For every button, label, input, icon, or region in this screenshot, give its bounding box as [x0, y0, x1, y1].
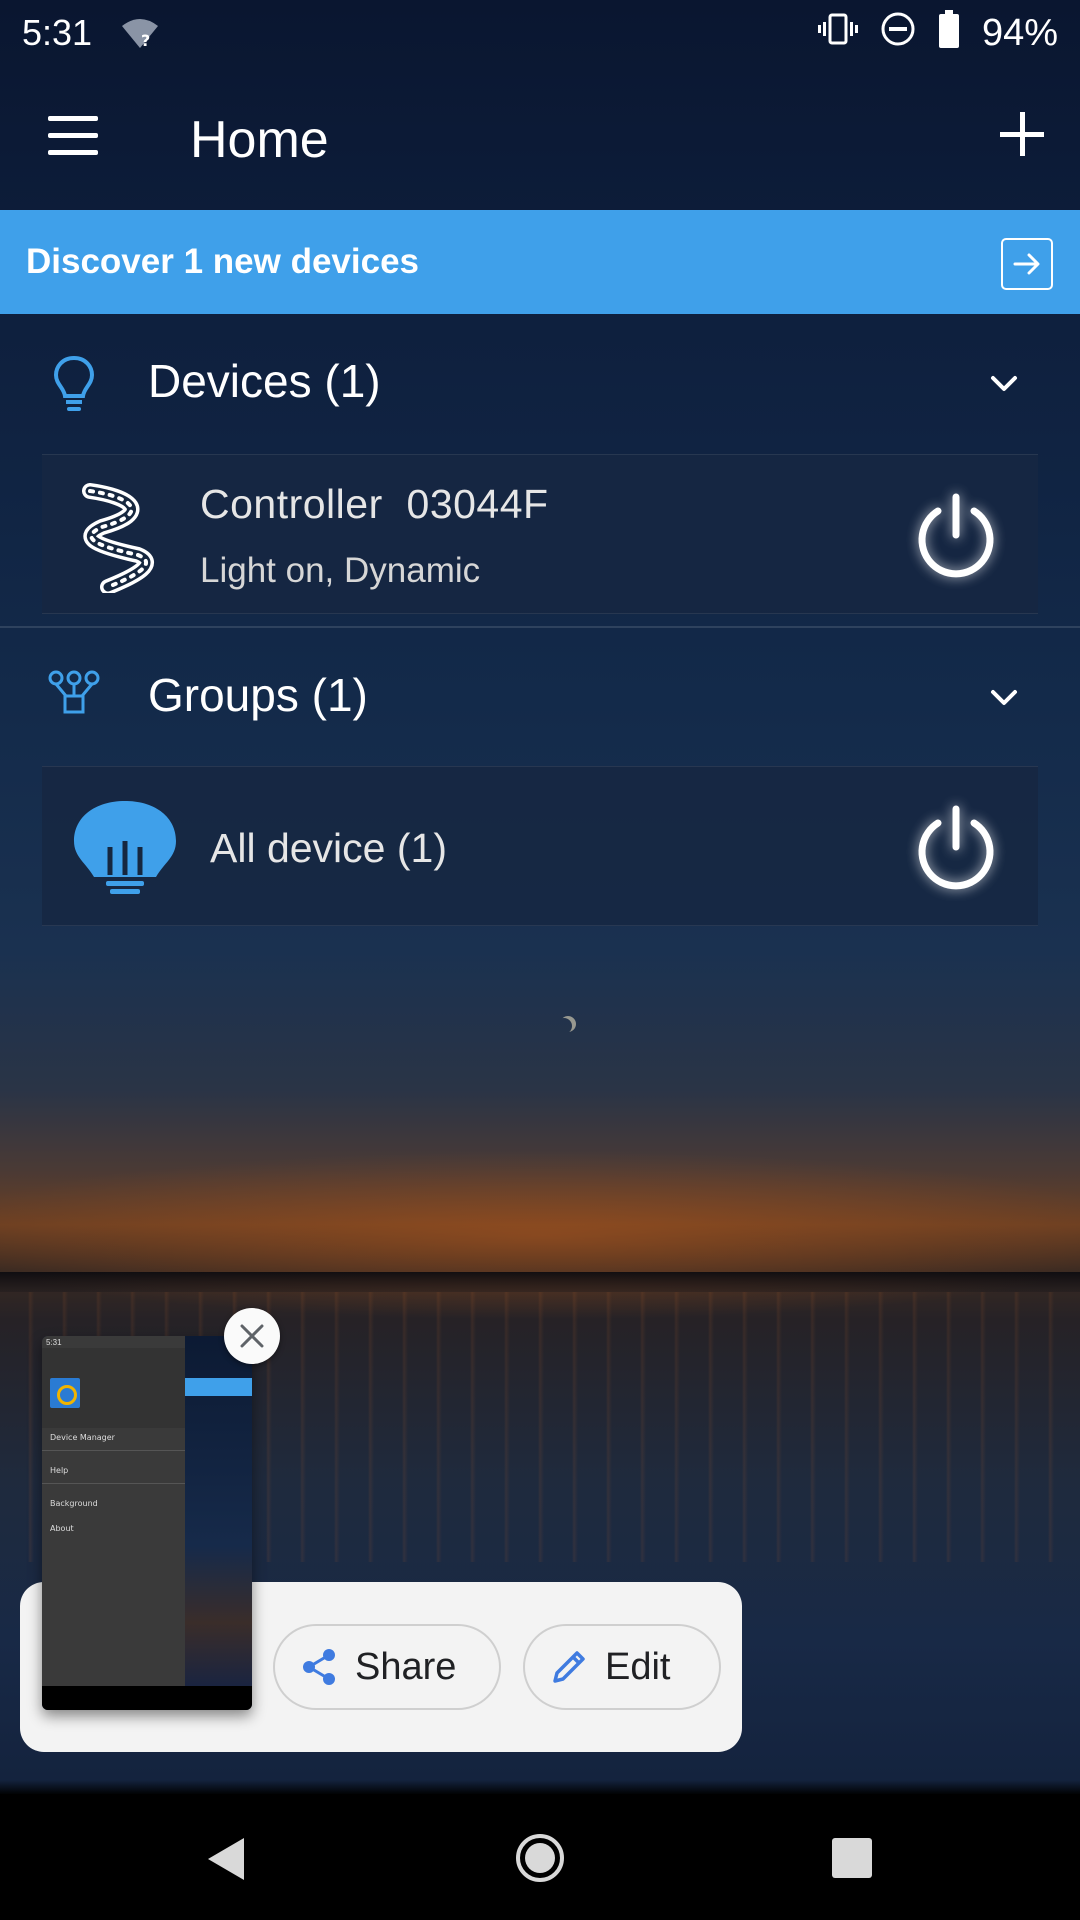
thumbnail-drawer: 5:31 Device Manager Help Background Abou… — [42, 1336, 185, 1686]
thumbnail-nav-bar — [42, 1686, 252, 1710]
lightbulb-filled-icon — [70, 797, 180, 902]
back-triangle-icon[interactable] — [206, 1836, 246, 1882]
group-card[interactable]: All device (1) — [42, 766, 1038, 926]
vibrate-icon — [817, 12, 858, 55]
chevron-down-icon[interactable] — [990, 683, 1018, 711]
power-icon[interactable] — [908, 489, 1004, 585]
moon — [556, 1018, 572, 1034]
pencil-icon — [549, 1647, 589, 1687]
battery-icon — [938, 9, 960, 57]
system-nav-bar — [0, 1794, 1080, 1920]
battery-percent: 94% — [981, 11, 1058, 54]
plus-icon[interactable] — [1000, 112, 1044, 156]
hamburger-menu-icon[interactable] — [48, 116, 98, 156]
device-card[interactable]: Controller 03044F Light on, Dynamic — [42, 454, 1038, 614]
share-button[interactable]: Share — [273, 1624, 501, 1710]
chevron-down-icon[interactable] — [990, 369, 1018, 397]
thumbnail-home-pane — [185, 1336, 252, 1686]
group-tree-icon — [48, 670, 100, 721]
discover-devices-banner[interactable]: Discover 1 new devices — [0, 210, 1080, 314]
thumbnail-menu-item: Device Manager — [50, 1433, 115, 1442]
lightbulb-outline-icon — [52, 354, 96, 419]
wifi-unknown-icon: ? — [120, 17, 160, 50]
device-status: Light on, Dynamic — [200, 551, 481, 590]
devices-section-label: Devices (1) — [148, 355, 381, 407]
thumbnail-status-time: 5:31 — [46, 1338, 62, 1347]
share-label: Share — [355, 1645, 457, 1688]
led-strip-icon — [82, 483, 158, 598]
app-bar: Home — [0, 66, 1080, 210]
share-icon — [299, 1647, 339, 1687]
groups-section-label: Groups (1) — [148, 669, 368, 721]
devices-section-header[interactable]: Devices (1) — [0, 314, 1080, 448]
arrow-right-box-icon[interactable] — [1001, 238, 1053, 290]
status-bar: 5:31 ? 94% — [0, 0, 1080, 66]
do-not-disturb-icon — [880, 11, 916, 56]
home-circle-icon[interactable] — [516, 1834, 564, 1882]
thumbnail-menu-item: Help — [50, 1466, 69, 1475]
group-name: All device (1) — [210, 825, 447, 871]
page-title: Home — [190, 111, 329, 169]
edit-label: Edit — [605, 1645, 671, 1688]
horizon-shore — [0, 1272, 1080, 1292]
close-icon[interactable] — [224, 1308, 280, 1364]
discover-banner-text: Discover 1 new devices — [26, 242, 419, 281]
recents-square-icon[interactable] — [832, 1838, 872, 1878]
groups-section-header[interactable]: Groups (1) — [0, 628, 1080, 762]
thumbnail-menu-item: About — [50, 1524, 74, 1533]
screenshot-thumbnail[interactable]: 5:31 Device Manager Help Background Abou… — [42, 1336, 252, 1710]
status-time: 5:31 — [22, 12, 93, 53]
thumbnail-menu-item: Background — [50, 1499, 98, 1508]
edit-button[interactable]: Edit — [523, 1624, 721, 1710]
app-logo-icon — [50, 1378, 80, 1408]
device-name: Controller 03044F — [200, 481, 549, 527]
svg-text:?: ? — [141, 31, 150, 50]
power-icon[interactable] — [908, 801, 1004, 897]
